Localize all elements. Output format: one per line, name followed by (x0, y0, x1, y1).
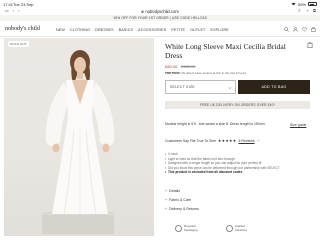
account-icon[interactable] (293, 26, 298, 32)
nav-item-dresses[interactable]: DRESSES (95, 28, 114, 32)
factory-icon (226, 225, 233, 232)
fit-text: Customers Say Fits True To Size (165, 138, 216, 143)
product-title: White Long Sleeve Maxi Cecilia Bridal Dr… (165, 42, 286, 60)
wifi-icon (291, 2, 296, 6)
size-select[interactable]: SELECT SIZE (165, 80, 236, 94)
add-to-wishlist-icon[interactable] (307, 42, 313, 48)
accordion-delivery-returns[interactable]: Delivery & Returns (165, 206, 310, 213)
discount-exclusion-note: This product is excluded from all discou… (165, 170, 310, 175)
site-logo[interactable]: nobody's child (5, 26, 40, 32)
badge-label: Recycled Packaging (184, 224, 198, 232)
size-select-label: SELECT SIZE (170, 85, 195, 89)
status-time: 17:41 (3, 1, 14, 7)
chevron-down-icon (228, 86, 232, 89)
star-rating: ★★★★★ (217, 139, 237, 143)
search-icon[interactable] (284, 26, 289, 32)
main-nav: NEW CLOTHING DRESSES BASICS ACCESSORIES … (56, 28, 229, 32)
nav-item-clothing[interactable]: CLOTHING (70, 28, 90, 32)
size-guide-link[interactable]: Size guide (290, 123, 306, 127)
top-pick-label: TOP PICK! (165, 71, 181, 75)
nav-item-new[interactable]: NEW (56, 28, 65, 32)
reviews-link[interactable]: 5 Reviews (238, 139, 254, 143)
recycled-packaging-badge: Recycled Packaging (175, 224, 204, 232)
battery-percent: 59% (297, 1, 306, 7)
model-size-info: Models height is 5'9 - she wears a size … (165, 122, 266, 126)
new-tab-icon[interactable]: + (307, 8, 309, 13)
add-to-bag-button[interactable]: ADD TO BAG (238, 80, 310, 94)
url-text: nobodyschild.com (145, 8, 179, 14)
tabs-icon[interactable]: ⧉ (313, 8, 316, 13)
nav-item-explore[interactable]: EXPLORE (210, 28, 228, 32)
badge-label: Audited Factories (235, 224, 247, 232)
bag-icon[interactable] (311, 26, 316, 32)
recycle-icon (175, 225, 182, 232)
nav-item-petite[interactable]: PETITE (171, 28, 185, 32)
chevron-down-icon (257, 139, 260, 142)
delivery-banner[interactable]: FREE UK DELIVERY ON ORDERS OVER £40* (165, 101, 310, 109)
battery-icon (308, 2, 317, 6)
nav-item-accessories[interactable]: ACCESSORIES (138, 28, 166, 32)
accordion-fabric-care[interactable]: Fabric & Care (165, 197, 310, 204)
top-pick-notice: TOP PICK! 15 others have looked at this … (165, 71, 246, 75)
site-header: nobody's child NEW CLOTHING DRESSES BASI… (0, 21, 320, 37)
lock-icon (141, 9, 144, 13)
audited-factories-badge: Audited Factories (226, 224, 255, 232)
fit-reviews-row: Customers Say Fits True To Size ★★★★★ 5 … (165, 138, 260, 143)
nav-item-basics[interactable]: BASICS (119, 28, 133, 32)
wishlist-icon[interactable] (302, 27, 307, 32)
top-pick-text: 15 others have looked at this in the las… (181, 71, 247, 75)
sale-price: £80.00 (165, 64, 178, 69)
status-date: Tue 23 Sep (13, 1, 34, 7)
accordion-details[interactable]: Details (165, 188, 310, 195)
dress-model-illustration (42, 50, 115, 234)
product-features: V-neck Light to lined so that the fabric… (165, 152, 310, 175)
original-price: £180.00 (181, 64, 196, 69)
nav-item-outlet[interactable]: OUTLET (190, 28, 205, 32)
product-image[interactable]: SOLD OUT (4, 38, 154, 236)
address-field[interactable]: nobodyschild.com (0, 9, 320, 14)
sustainability-badges: Recycled Packaging Audited Factories (175, 224, 255, 232)
share-icon[interactable]: ⇪ (298, 8, 301, 13)
browser-url-bar: ▭ ‹ › nobodyschild.com ⇪ + ⧉ (0, 7, 320, 15)
